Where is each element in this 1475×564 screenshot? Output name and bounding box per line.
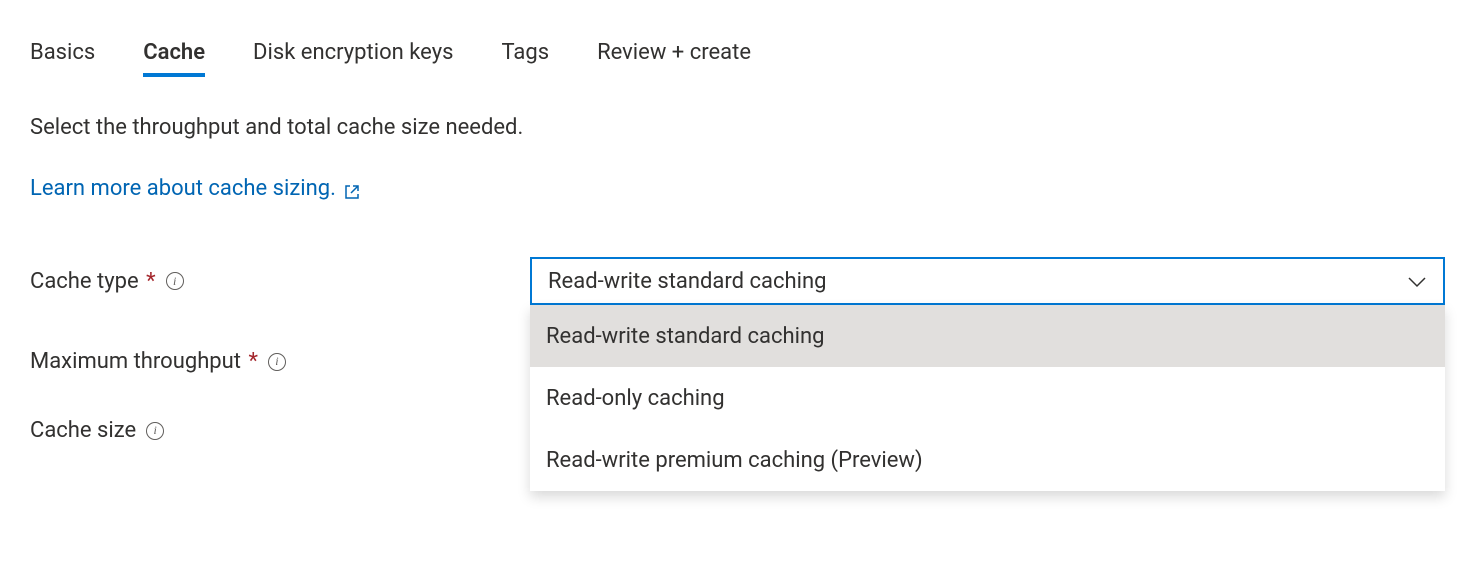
maximum-throughput-label-text: Maximum throughput [30,349,241,374]
tabs-bar: Basics Cache Disk encryption keys Tags R… [30,40,1445,77]
info-icon[interactable]: i [268,353,286,371]
cache-type-control-wrapper: Read-write standard caching Read-write s… [530,257,1445,305]
cache-size-label: Cache size i [30,418,530,443]
maximum-throughput-label: Maximum throughput * i [30,349,530,374]
tab-disk-encryption-keys[interactable]: Disk encryption keys [253,40,453,77]
tab-tags[interactable]: Tags [501,40,549,77]
tab-review-create[interactable]: Review + create [597,40,751,77]
dropdown-option[interactable]: Read-only caching [530,367,1445,429]
tab-basics[interactable]: Basics [30,40,95,77]
tab-cache[interactable]: Cache [143,40,205,77]
cache-type-dropdown[interactable]: Read-write standard caching [530,257,1445,305]
learn-more-link[interactable]: Learn more about cache sizing. [30,176,360,201]
cache-size-label-text: Cache size [30,418,136,443]
dropdown-option[interactable]: Read-write premium caching (Preview) [530,429,1445,491]
cache-type-label: Cache type * i [30,269,530,294]
required-asterisk-icon: * [146,269,155,294]
learn-more-text: Learn more about cache sizing. [30,176,336,201]
page-description: Select the throughput and total cache si… [30,115,1445,140]
form-row-cache-type: Cache type * i Read-write standard cachi… [30,257,1445,305]
info-icon[interactable]: i [146,422,164,440]
cache-type-selected-value: Read-write standard caching [548,269,826,294]
external-link-icon [344,181,360,197]
required-asterisk-icon: * [248,349,257,374]
dropdown-option[interactable]: Read-write standard caching [530,305,1445,367]
chevron-down-icon [1407,269,1427,294]
info-icon[interactable]: i [166,272,184,290]
cache-type-label-text: Cache type [30,269,139,294]
cache-type-dropdown-list: Read-write standard caching Read-only ca… [530,305,1445,491]
